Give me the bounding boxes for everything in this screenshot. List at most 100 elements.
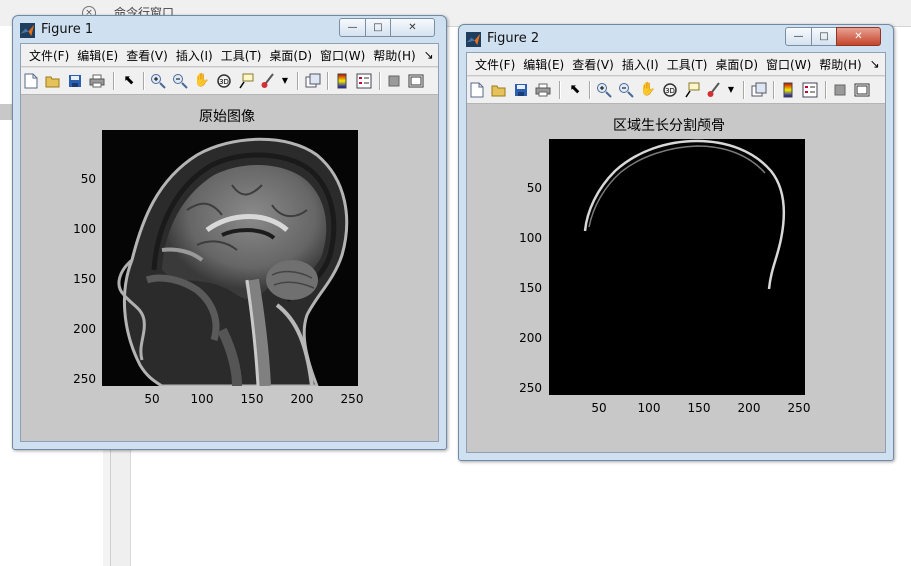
maximize-button[interactable]: □ [365, 18, 391, 37]
close-button[interactable]: ✕ [390, 18, 435, 37]
menu-desktop[interactable]: 桌面(D) [269, 47, 312, 64]
pan-icon[interactable]: ✋ [640, 82, 656, 98]
x-tick-label: 250 [340, 392, 364, 406]
menu-help[interactable]: 帮助(H) [819, 56, 861, 73]
minimize-button[interactable]: — [785, 27, 812, 46]
x-tick-label: 50 [144, 392, 160, 406]
toolbar-separator [773, 81, 775, 99]
figure-2-titlebar[interactable]: Figure 2 — □ ✕ [459, 25, 893, 51]
menu-bar: 文件(F) 编辑(E) 查看(V) 插入(I) 工具(T) 桌面(D) 窗口(W… [467, 53, 885, 75]
x-tick-label: 200 [290, 392, 314, 406]
print-icon[interactable] [89, 73, 105, 89]
pointer-icon[interactable]: ⬉ [567, 82, 583, 98]
figure-2-client: 文件(F) 编辑(E) 查看(V) 插入(I) 工具(T) 桌面(D) 窗口(W… [466, 52, 886, 453]
brush-dropdown-icon[interactable]: ▼ [277, 73, 293, 89]
link-plot-icon[interactable] [305, 73, 321, 89]
data-cursor-icon[interactable] [684, 82, 700, 98]
y-tick-label: 100 [519, 231, 542, 245]
minimize-button[interactable]: — [339, 18, 366, 37]
show-plot-tools-icon[interactable] [854, 82, 870, 98]
x-tick-label: 150 [240, 392, 264, 406]
hide-plot-tools-icon[interactable] [832, 82, 848, 98]
insert-colorbar-icon[interactable] [334, 73, 350, 89]
segmentation-axes[interactable] [549, 139, 805, 395]
toolbar-separator [379, 72, 381, 90]
toolbar-separator [143, 72, 145, 90]
insert-legend-icon[interactable] [802, 82, 818, 98]
zoom-in-icon[interactable] [596, 82, 612, 98]
toolbar-separator [825, 81, 827, 99]
figure-toolbar: ⬉ ✋ 3D ▼ [467, 76, 885, 104]
link-plot-icon[interactable] [751, 82, 767, 98]
new-figure-icon[interactable] [469, 82, 485, 98]
maximize-button[interactable]: □ [811, 27, 837, 46]
y-tick-label: 100 [73, 222, 96, 236]
y-tick-label: 250 [73, 372, 96, 386]
x-tick-label: 200 [737, 401, 761, 415]
window-title: Figure 2 [487, 31, 540, 46]
menu-edit[interactable]: 编辑(E) [77, 47, 118, 64]
y-tick-label: 250 [519, 381, 542, 395]
menu-file[interactable]: 文件(F) [29, 47, 69, 64]
svg-text:3D: 3D [665, 87, 675, 95]
print-icon[interactable] [535, 82, 551, 98]
menu-window[interactable]: 窗口(W) [766, 56, 811, 73]
menu-view[interactable]: 查看(V) [126, 47, 168, 64]
y-tick-label: 150 [519, 281, 542, 295]
insert-colorbar-icon[interactable] [780, 82, 796, 98]
menu-overflow-icon[interactable]: ↘ [870, 57, 880, 71]
figure-2-window[interactable]: Figure 2 — □ ✕ 文件(F) 编辑(E) 查看(V) 插入(I) 工… [458, 24, 894, 461]
x-tick-label: 100 [190, 392, 214, 406]
pan-icon[interactable]: ✋ [194, 73, 210, 89]
matlab-logo-icon [466, 32, 481, 47]
data-cursor-icon[interactable] [238, 73, 254, 89]
x-tick-label: 50 [591, 401, 607, 415]
menu-file[interactable]: 文件(F) [475, 56, 515, 73]
zoom-in-icon[interactable] [150, 73, 166, 89]
open-file-icon[interactable] [491, 82, 507, 98]
toolbar-separator [113, 72, 115, 90]
menu-tools[interactable]: 工具(T) [221, 47, 262, 64]
save-icon[interactable] [67, 73, 83, 89]
hide-plot-tools-icon[interactable] [386, 73, 402, 89]
menu-insert[interactable]: 插入(I) [176, 47, 213, 64]
menu-desktop[interactable]: 桌面(D) [715, 56, 758, 73]
pointer-icon[interactable]: ⬉ [121, 73, 137, 89]
menu-help[interactable]: 帮助(H) [373, 47, 415, 64]
svg-text:3D: 3D [219, 78, 229, 86]
figure-1-client: 文件(F) 编辑(E) 查看(V) 插入(I) 工具(T) 桌面(D) 窗口(W… [20, 43, 439, 442]
menu-insert[interactable]: 插入(I) [622, 56, 659, 73]
insert-legend-icon[interactable] [356, 73, 372, 89]
brush-icon[interactable] [706, 82, 722, 98]
figure-toolbar: ⬉ ✋ 3D ▼ [21, 67, 438, 95]
menu-bar: 文件(F) 编辑(E) 查看(V) 插入(I) 工具(T) 桌面(D) 窗口(W… [21, 44, 438, 66]
plot-title: 区域生长分割颅骨 [613, 118, 725, 134]
menu-overflow-icon[interactable]: ↘ [424, 48, 434, 62]
figure-1-window[interactable]: Figure 1 — □ ✕ 文件(F) 编辑(E) 查看(V) 插入(I) 工… [12, 15, 447, 450]
new-figure-icon[interactable] [23, 73, 39, 89]
zoom-out-icon[interactable] [172, 73, 188, 89]
y-tick-label: 200 [73, 322, 96, 336]
toolbar-separator [297, 72, 299, 90]
menu-window[interactable]: 窗口(W) [320, 47, 365, 64]
zoom-out-icon[interactable] [618, 82, 634, 98]
toolbar-separator [327, 72, 329, 90]
rotate-3d-icon[interactable]: 3D [662, 82, 678, 98]
figure-1-titlebar[interactable]: Figure 1 — □ ✕ [13, 16, 446, 42]
close-button[interactable]: ✕ [836, 27, 881, 46]
open-file-icon[interactable] [45, 73, 61, 89]
matlab-logo-icon [20, 23, 35, 38]
brush-icon[interactable] [260, 73, 276, 89]
save-icon[interactable] [513, 82, 529, 98]
y-tick-label: 50 [526, 181, 542, 195]
menu-edit[interactable]: 编辑(E) [523, 56, 564, 73]
y-tick-label: 200 [519, 331, 542, 345]
mri-image [102, 130, 358, 386]
menu-tools[interactable]: 工具(T) [667, 56, 708, 73]
y-tick-label: 50 [80, 172, 96, 186]
menu-view[interactable]: 查看(V) [572, 56, 614, 73]
show-plot-tools-icon[interactable] [408, 73, 424, 89]
rotate-3d-icon[interactable]: 3D [216, 73, 232, 89]
mri-image-axes[interactable] [102, 130, 358, 386]
brush-dropdown-icon[interactable]: ▼ [723, 82, 739, 98]
